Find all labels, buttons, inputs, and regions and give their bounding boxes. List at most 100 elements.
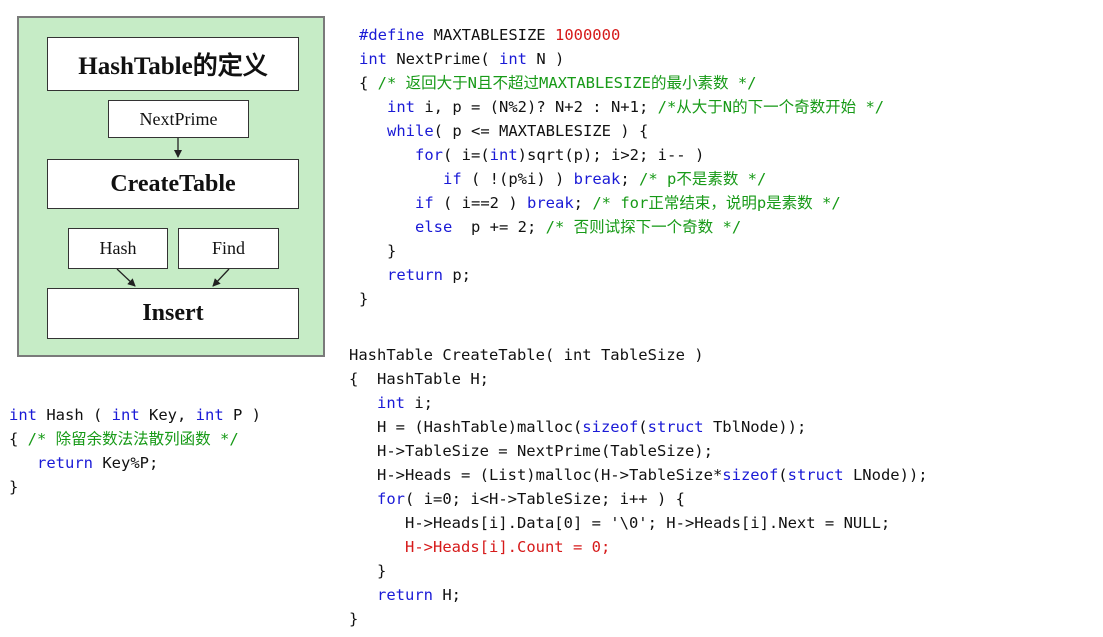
hashtable-structure-diagram: HashTable的定义 NextPrime CreateTable Hash …: [17, 16, 325, 357]
code-token: if: [415, 194, 434, 212]
code-token: i;: [405, 394, 433, 412]
code-token: ( i=0; i<H->TableSize; i++ ) {: [405, 490, 685, 508]
code-token: struct: [787, 466, 844, 484]
code-line: return Key%P;: [9, 451, 261, 475]
code-token: H->Heads[i].Data[0] = '\0'; H->Heads[i].…: [349, 514, 891, 532]
code-line: return p;: [359, 263, 884, 287]
code-token: /* 返回大于N且不超过MAXTABLESIZE的最小素数 */: [377, 74, 757, 92]
code-token: int: [498, 50, 527, 68]
code-token: H->TableSize = NextPrime(TableSize);: [349, 442, 713, 460]
code-token: ( i=(: [443, 146, 490, 164]
code-token: P ): [223, 406, 261, 424]
code-token: p += 2;: [452, 218, 546, 236]
code-token: ( !(p%i) ): [461, 170, 574, 188]
code-token: { HashTable H;: [349, 370, 489, 388]
code-token: /*从大于N的下一个奇数开始 */: [657, 98, 885, 116]
code-line: }: [359, 239, 884, 263]
code-line: int i;: [349, 391, 928, 415]
code-token: /* for正常结束，说明p是素数 */: [592, 194, 841, 212]
code-line: H->Heads[i].Data[0] = '\0'; H->Heads[i].…: [349, 511, 928, 535]
code-token: /* 除留余数法法散列函数 */: [27, 430, 239, 448]
code-token: ;: [573, 194, 593, 212]
code-token: break: [527, 194, 574, 212]
code-token: )sqrt(p); i>2; i-- ): [517, 146, 705, 164]
code-token: ( i==2 ): [433, 194, 527, 212]
code-line: HashTable CreateTable( int TableSize ): [349, 343, 928, 367]
code-token: NextPrime(: [387, 50, 499, 68]
code-line: while( p <= MAXTABLESIZE ) {: [359, 119, 884, 143]
code-token: int: [9, 406, 37, 424]
code-token: H->Heads[i].Count = 0;: [405, 538, 611, 556]
code-token: }: [359, 242, 397, 260]
code-token: 1000000: [554, 26, 621, 44]
hash-box: Hash: [68, 228, 168, 269]
nextprime-code: #define MAXTABLESIZE 1000000 int NextPrim…: [359, 23, 884, 311]
code-line: if ( i==2 ) break; /* for正常结束，说明p是素数 */: [359, 191, 884, 215]
code-token: H;: [433, 586, 461, 604]
createtable-box: CreateTable: [47, 159, 299, 209]
insert-box: Insert: [47, 288, 299, 339]
hashtable-definition-box: HashTable的定义: [47, 37, 299, 91]
code-line: H->Heads = (List)malloc(H->TableSize*siz…: [349, 463, 928, 487]
code-token: int: [111, 406, 140, 424]
arrow-find-to-insert: [212, 268, 230, 287]
code-line: { /* 返回大于N且不超过MAXTABLESIZE的最小素数 */: [359, 71, 884, 95]
code-line: int i, p = (N%2)? N+2 : N+1; /*从大于N的下一个奇…: [359, 95, 884, 119]
nextprime-box: NextPrime: [108, 100, 249, 138]
code-token: #define: [359, 26, 425, 44]
code-token: int: [377, 394, 405, 412]
code-line: H->TableSize = NextPrime(TableSize);: [349, 439, 928, 463]
createtable-code: HashTable CreateTable( int TableSize ) { …: [349, 343, 928, 631]
code-token: ( p <= MAXTABLESIZE ) {: [433, 122, 649, 140]
code-line: return H;: [349, 583, 928, 607]
code-token: LNode));: [843, 466, 928, 484]
code-token: }: [9, 478, 19, 496]
code-line: int Hash ( int Key, int P ): [9, 403, 261, 427]
code-token: N ): [526, 50, 565, 68]
code-token: /* p不是素数 */: [639, 170, 767, 188]
code-token: H->Heads = (List)malloc(H->TableSize*: [349, 466, 723, 484]
code-token: sizeof: [722, 466, 779, 484]
hash-code: int Hash ( int Key, int P ){ /* 除留余数法法散列…: [9, 403, 261, 499]
code-line: { /* 除留余数法法散列函数 */: [9, 427, 261, 451]
code-token: int: [359, 50, 387, 68]
code-token: ;: [620, 170, 639, 188]
code-line: H->Heads[i].Count = 0;: [349, 535, 928, 559]
code-line: if ( !(p%i) ) break; /* p不是素数 */: [359, 167, 884, 191]
code-token: }: [359, 290, 369, 308]
code-token: break: [573, 170, 621, 188]
code-token: {: [359, 74, 378, 92]
code-token: Hash (: [37, 406, 112, 424]
code-token: {: [9, 430, 28, 448]
code-token: while: [387, 122, 434, 140]
code-token: H = (HashTable)malloc(: [349, 418, 583, 436]
code-token: int: [387, 98, 415, 116]
code-token: }: [349, 610, 359, 628]
code-line: }: [349, 607, 928, 631]
code-line: }: [349, 559, 928, 583]
code-token: (: [638, 418, 648, 436]
code-token: i, p = (N%2)? N+2 : N+1;: [415, 98, 658, 116]
code-token: for: [415, 146, 443, 164]
code-token: int: [489, 146, 518, 164]
code-line: #define MAXTABLESIZE 1000000: [359, 23, 884, 47]
code-token: return: [387, 266, 443, 284]
code-line: for( i=0; i<H->TableSize; i++ ) {: [349, 487, 928, 511]
code-token: }: [349, 562, 387, 580]
code-line: else p += 2; /* 否则试探下一个奇数 */: [359, 215, 884, 239]
code-token: TblNode));: [703, 418, 807, 436]
code-token: if: [443, 170, 462, 188]
code-line: int NextPrime( int N ): [359, 47, 884, 71]
code-token: return: [377, 586, 433, 604]
